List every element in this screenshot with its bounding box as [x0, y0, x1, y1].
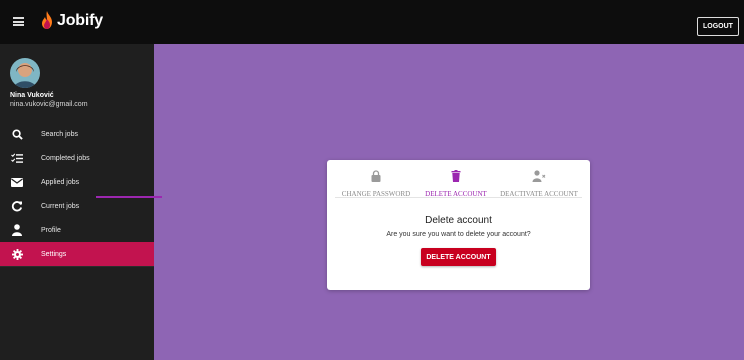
- delete-account-button[interactable]: DELETE ACCOUNT: [421, 248, 496, 266]
- brand-name: Jobify: [57, 12, 103, 29]
- user-email: nina.vukovic@gmail.com: [10, 101, 88, 108]
- sidebar: Nina Vuković nina.vukovic@gmail.com Sear…: [0, 44, 154, 360]
- person-icon: [11, 224, 23, 236]
- sidebar-item-profile[interactable]: Profile: [0, 218, 154, 242]
- brand-logo[interactable]: Jobify: [39, 11, 103, 31]
- active-tab-indicator: [96, 196, 162, 198]
- search-icon: [11, 128, 23, 140]
- menu-icon[interactable]: [13, 17, 24, 26]
- avatar[interactable]: [10, 58, 40, 88]
- sidebar-item-label: Completed jobs: [41, 154, 90, 162]
- settings-card: CHANGE PASSWORD DELETE ACCOUNT DEACTIVAT…: [327, 160, 590, 290]
- sidebar-item-completed-jobs[interactable]: Completed jobs: [0, 146, 154, 170]
- sidebar-item-search-jobs[interactable]: Search jobs: [0, 122, 154, 146]
- sidebar-item-label: Current jobs: [41, 202, 80, 210]
- sidebar-item-label: Profile: [41, 226, 61, 234]
- tab-deactivate-account[interactable]: DEACTIVATE ACCOUNT: [495, 166, 583, 198]
- dialog-message: Are you sure you want to delete your acc…: [386, 231, 531, 238]
- tab-delete-account[interactable]: DELETE ACCOUNT: [421, 166, 491, 198]
- flame-icon: [42, 11, 52, 29]
- envelope-icon: [11, 176, 23, 188]
- logout-button[interactable]: LOGOUT: [697, 17, 739, 36]
- tabs-divider: [335, 197, 582, 198]
- dialog-title: Delete account: [425, 215, 492, 226]
- user-name: Nina Vuković: [10, 92, 54, 99]
- checklist-icon: [11, 152, 23, 164]
- sidebar-item-current-jobs[interactable]: Current jobs: [0, 194, 154, 218]
- trash-icon: [449, 169, 463, 183]
- sidebar-item-label: Applied jobs: [41, 178, 80, 186]
- sidebar-item-label: Settings: [41, 250, 67, 258]
- gear-icon: [11, 248, 23, 260]
- refresh-icon: [11, 200, 23, 212]
- tab-change-password[interactable]: CHANGE PASSWORD: [335, 166, 417, 198]
- sidebar-item-settings[interactable]: Settings: [0, 242, 154, 266]
- lock-icon: [369, 169, 383, 183]
- sidebar-item-applied-jobs[interactable]: Applied jobs: [0, 170, 154, 194]
- sidebar-item-label: Search jobs: [41, 130, 78, 138]
- sidebar-divider: [0, 266, 154, 267]
- top-app-bar: Jobify LOGOUT: [0, 0, 744, 44]
- person-off-icon: [532, 169, 546, 183]
